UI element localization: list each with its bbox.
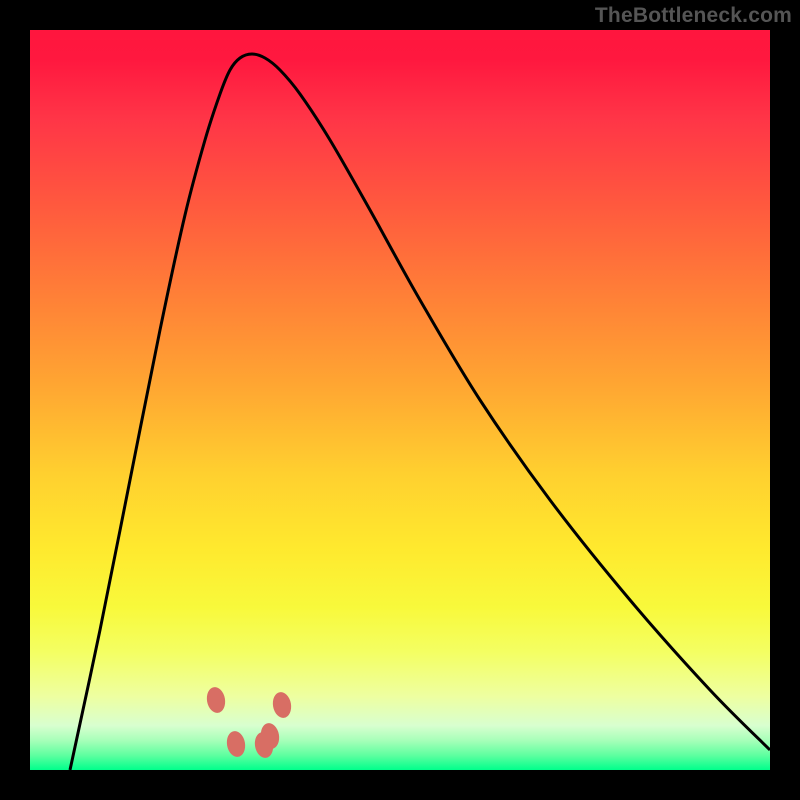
marker-left-upper [205,686,227,715]
watermark-text: TheBottleneck.com [595,4,792,28]
curve-svg [30,30,770,770]
bottleneck-curve-path [70,54,770,770]
marker-group [205,686,293,760]
chart-frame: TheBottleneck.com [0,0,800,800]
plot-area [30,30,770,770]
marker-right-upper [271,691,293,720]
marker-left-lower [225,730,247,759]
